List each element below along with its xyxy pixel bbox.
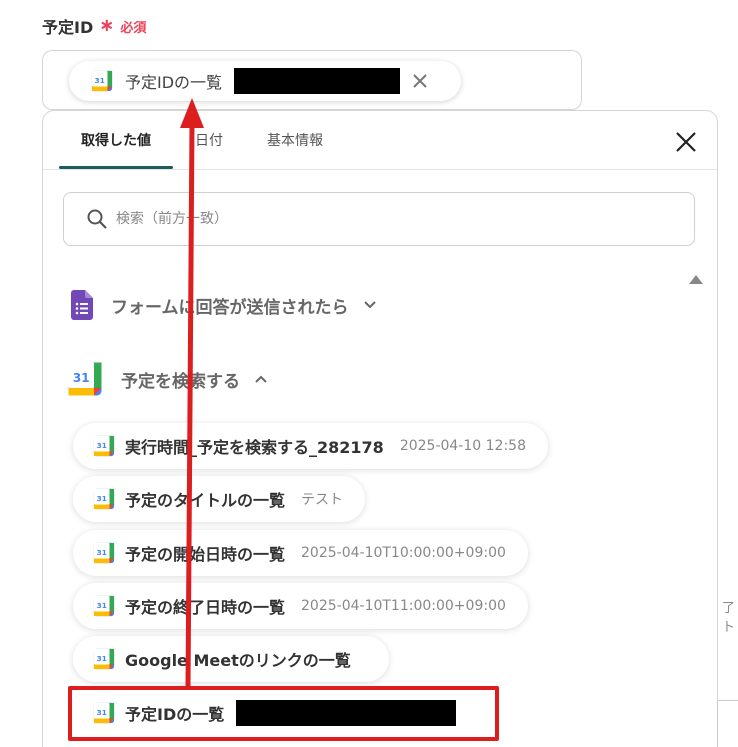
required-asterisk-icon: ∗ <box>99 15 115 36</box>
required-badge: 必須 <box>120 20 147 36</box>
svg-text:31: 31 <box>97 654 107 663</box>
search-icon <box>87 209 107 229</box>
google-calendar-icon: 31 <box>93 702 115 724</box>
svg-text:31: 31 <box>95 76 105 85</box>
list-item[interactable]: 31 Google Meetのリンクの一覧 <box>73 636 389 682</box>
section-form-submitted[interactable]: フォームに回答が送信されたら <box>71 288 377 322</box>
tab-acquired-values[interactable]: 取得した値 <box>59 111 173 169</box>
panel-tabs: 取得した値 日付 基本情報 <box>59 111 345 169</box>
field-label-text: 予定ID <box>42 18 94 37</box>
google-calendar-icon: 31 <box>93 488 115 510</box>
event-id-input[interactable]: 31 予定IDの一覧 <box>42 50 582 110</box>
remove-token-icon[interactable] <box>410 71 430 91</box>
redacted-value <box>236 700 457 726</box>
google-calendar-icon: 31 <box>93 595 115 617</box>
google-calendar-icon: 31 <box>91 70 113 92</box>
list-item[interactable]: 31 予定の開始日時の一覧 2025-04-10T10:00:00+09:00 <box>73 530 528 576</box>
svg-text:31: 31 <box>97 494 107 503</box>
item-label: 予定の開始日時の一覧 <box>125 545 286 564</box>
google-calendar-icon: 31 <box>68 362 102 396</box>
search-input[interactable] <box>116 211 616 227</box>
item-label: 実行時間_予定を検索する_282178 <box>125 438 384 457</box>
tab-date[interactable]: 日付 <box>173 111 245 169</box>
chevron-down-icon <box>363 301 376 309</box>
section-search-events[interactable]: 31 予定を検索する <box>67 361 268 397</box>
list-item[interactable]: 31 予定のタイトルの一覧 テスト <box>73 476 366 522</box>
svg-text:31: 31 <box>73 371 90 385</box>
search-box <box>63 192 695 246</box>
list-item-event-id[interactable]: 31 予定IDの一覧 <box>73 690 479 736</box>
tab-divider <box>43 169 717 170</box>
field-label: 予定ID ∗ 必須 <box>42 14 146 38</box>
tab-basic-info[interactable]: 基本情報 <box>245 111 345 169</box>
google-calendar-icon: 31 <box>93 435 115 457</box>
section-name: 予定を検索する <box>121 371 240 392</box>
item-label: Google Meetのリンクの一覧 <box>125 651 351 670</box>
google-calendar-icon: 31 <box>93 542 115 564</box>
value-picker-panel: 取得した値 日付 基本情報 フォームに回答が送信されたら <box>42 110 718 747</box>
svg-text:31: 31 <box>97 708 107 717</box>
google-forms-icon <box>71 290 93 320</box>
list-item[interactable]: 31 実行時間_予定を検索する_282178 2025-04-10 12:58 <box>73 423 548 469</box>
token-label: 予定IDの一覧 <box>125 73 223 92</box>
svg-text:31: 31 <box>97 441 107 450</box>
item-label: 予定IDの一覧 <box>125 705 225 724</box>
list-item[interactable]: 31 予定の終了日時の一覧 2025-04-10T11:00:00+09:00 <box>73 583 528 629</box>
item-value: 2025-04-10 12:58 <box>399 438 526 454</box>
offscreen-text: 了ト <box>722 601 736 635</box>
scroll-up-arrow-icon[interactable] <box>689 275 703 284</box>
item-value: 2025-04-10T10:00:00+09:00 <box>301 545 506 561</box>
selected-token[interactable]: 31 予定IDの一覧 <box>69 61 461 101</box>
google-calendar-icon: 31 <box>93 648 115 670</box>
offscreen-panel-edge <box>717 700 738 747</box>
redacted-value <box>234 68 401 94</box>
close-icon[interactable] <box>673 129 699 155</box>
item-value: テスト <box>301 492 344 508</box>
item-value: 2025-04-10T11:00:00+09:00 <box>301 598 506 614</box>
section-name: フォームに回答が送信されたら <box>111 297 349 318</box>
item-label: 予定の終了日時の一覧 <box>125 598 286 617</box>
item-label: 予定のタイトルの一覧 <box>125 491 286 510</box>
svg-text:31: 31 <box>97 548 107 557</box>
svg-text:31: 31 <box>97 601 107 610</box>
chevron-up-icon <box>255 375 267 383</box>
